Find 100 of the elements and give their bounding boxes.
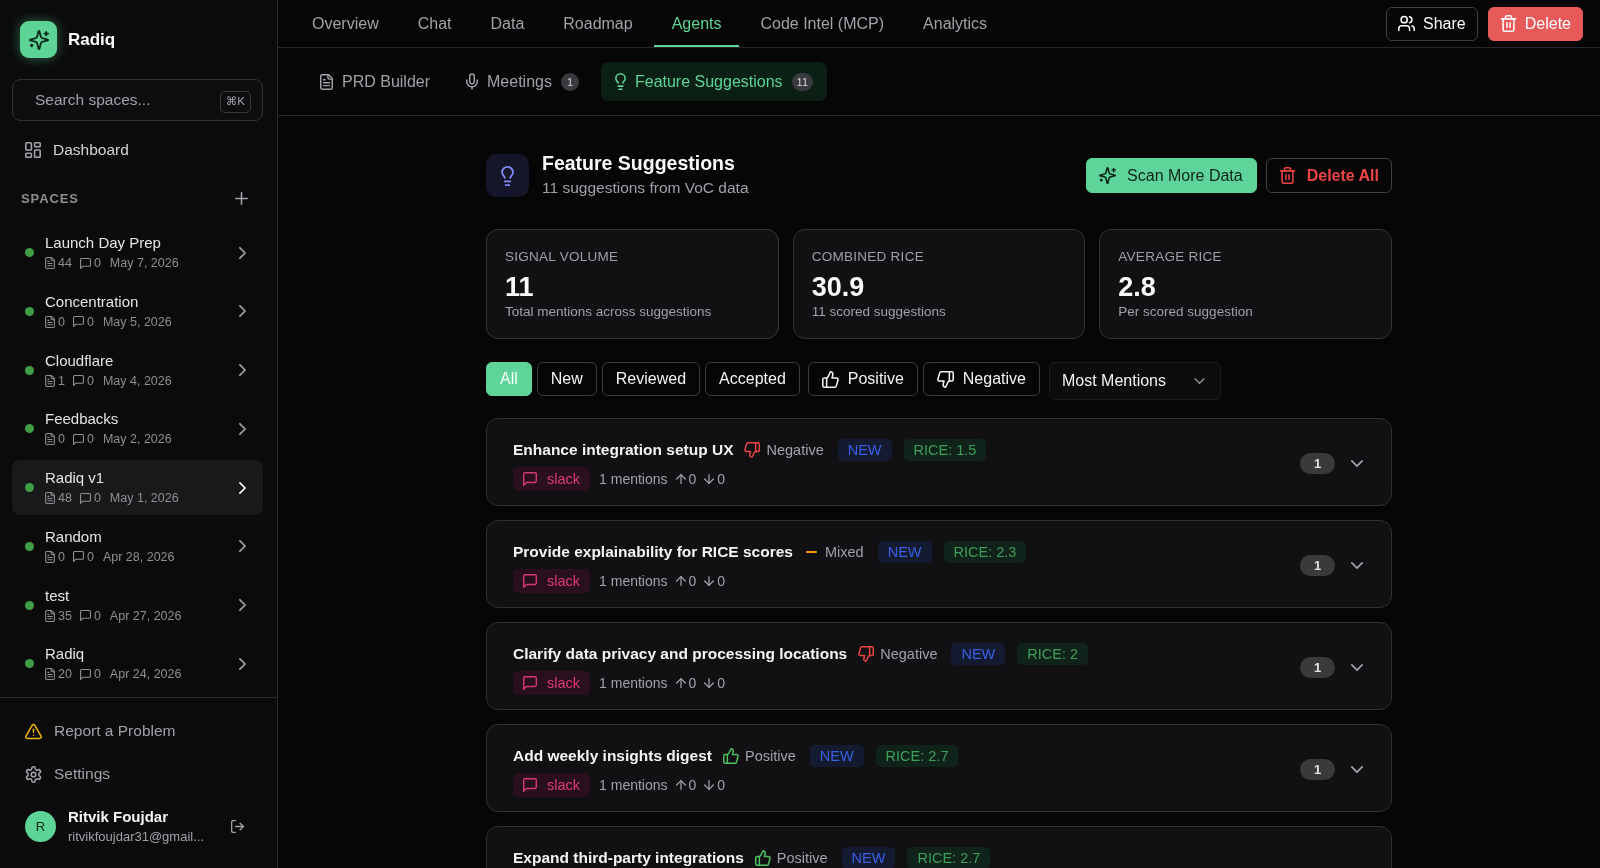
nav-tab[interactable]: Overview: [294, 0, 397, 47]
comment-count: 0: [86, 431, 94, 448]
mention-count: 1 mentions: [599, 776, 668, 794]
space-date: May 4, 2026: [102, 372, 172, 389]
file-count: 0: [58, 548, 65, 565]
mention-count: 1 mentions: [599, 572, 668, 590]
space-item[interactable]: Cloudflare 1 0 May 4, 2026: [12, 342, 263, 398]
chevron-right-icon: [239, 422, 246, 435]
document-icon: [45, 668, 55, 681]
filter-button[interactable]: Reviewed: [601, 362, 701, 396]
sort-dropdown[interactable]: Most Mentions: [1048, 362, 1221, 400]
stat-value: 30.9: [811, 272, 866, 302]
chevron-right-icon: [239, 305, 246, 318]
space-name: Random: [45, 527, 103, 546]
dashboard-link[interactable]: Dashboard: [12, 132, 265, 168]
mention-count: 1 mentions: [599, 470, 668, 488]
chevron-down-icon[interactable]: [1351, 459, 1363, 467]
space-name: Concentration: [45, 292, 140, 311]
nav-tab[interactable]: Code Intel (MCP): [742, 0, 903, 47]
delete-all-button[interactable]: Delete All: [1265, 158, 1392, 193]
thumbs-down-icon: [858, 646, 875, 662]
sentiment-label: Positive: [776, 849, 828, 867]
chevron-down-icon[interactable]: [1351, 561, 1363, 569]
report-problem-link[interactable]: Report a Problem: [0, 710, 277, 752]
thumbs-down-icon: [744, 442, 761, 458]
document-icon: [45, 550, 55, 563]
upvote-count: 0: [688, 674, 697, 692]
logout-icon[interactable]: [231, 819, 244, 833]
nav-tab[interactable]: Agents: [653, 0, 740, 47]
source-name: slack: [547, 572, 581, 590]
arrow-down-icon: [704, 678, 715, 688]
nav-tab[interactable]: Chat: [399, 0, 470, 47]
space-item[interactable]: Launch Day Prep 44 0 May 7, 2026: [12, 225, 263, 280]
arrow-down-icon: [704, 576, 715, 586]
sub-tab[interactable]: PRD Builder: [306, 62, 445, 101]
space-date: Apr 24, 2026: [109, 666, 182, 683]
document-icon: [45, 374, 55, 387]
lightbulb-icon: [614, 73, 626, 90]
chevron-right-icon: [239, 481, 246, 494]
message-icon: [523, 778, 537, 792]
file-count: 20: [58, 666, 72, 683]
scan-data-button[interactable]: Scan More Data: [1086, 158, 1257, 193]
nav-tab[interactable]: Analytics: [905, 0, 1006, 47]
chevron-down-icon: [1193, 378, 1205, 384]
filter-button[interactable]: Positive: [807, 362, 918, 396]
status-badge: NEW: [951, 643, 1006, 665]
comment-count: 0: [86, 313, 94, 330]
sentiment-label: Negative: [766, 441, 824, 459]
stat-value: 11: [505, 272, 535, 302]
space-date: Apr 28, 2026: [102, 548, 175, 565]
file-count: 44: [58, 255, 72, 271]
page-title: Feature Suggestions: [542, 151, 736, 174]
sub-tab[interactable]: Feature Suggestions 11: [600, 62, 828, 101]
stat-caption: Per scored suggestion: [1118, 304, 1254, 320]
stat-label: SIGNAL VOLUME: [505, 249, 620, 265]
users-icon: [1398, 15, 1416, 32]
file-count: 0: [58, 431, 65, 448]
user-avatar: R: [25, 810, 56, 842]
trash-icon: [1499, 15, 1517, 32]
space-item[interactable]: Feedbacks 0 0 May 2, 2026: [12, 401, 263, 457]
space-item[interactable]: Radiq 20 0 Apr 24, 2026: [12, 636, 263, 692]
space-date: May 1, 2026: [109, 490, 179, 506]
section-heading: SPACES: [21, 190, 79, 206]
filter-button[interactable]: Accepted: [705, 362, 800, 396]
settings-link[interactable]: Settings: [0, 753, 277, 795]
logo-icon: [20, 21, 57, 58]
downvote-count: 0: [717, 470, 726, 488]
space-name: Radiq: [45, 645, 86, 664]
rice-score-badge: RICE: 1.5: [903, 439, 987, 461]
plus-icon[interactable]: [235, 191, 248, 205]
chevron-down-icon[interactable]: [1351, 765, 1363, 773]
space-item[interactable]: Radiq v1 48 0 May 1, 2026: [12, 460, 263, 515]
arrow-down-icon: [704, 474, 715, 484]
thumbs-up-icon: [754, 850, 771, 866]
sentiment-label: Negative: [880, 645, 938, 663]
file-count: 35: [58, 607, 72, 624]
space-name: Radiq v1: [45, 469, 106, 487]
file-count: 48: [58, 490, 72, 506]
brand-name: Radiq: [68, 29, 116, 50]
source-name: slack: [547, 674, 581, 692]
stat-label: COMBINED RICE: [811, 249, 925, 265]
settings-icon: [25, 765, 42, 783]
stat-value: 2.8: [1118, 272, 1157, 302]
space-item[interactable]: Random 0 0 Apr 28, 2026: [12, 518, 263, 574]
comment-icon: [79, 257, 91, 269]
comment-count: 0: [93, 666, 101, 683]
space-item[interactable]: Concentration 0 0 May 5, 2026: [12, 283, 263, 339]
filter-button[interactable]: Negative: [922, 362, 1040, 396]
downvote-count: 0: [717, 776, 726, 794]
microphone-icon: [466, 73, 479, 90]
suggestion-title: Enhance integration setup UX: [513, 441, 734, 459]
share-button[interactable]: Share: [1386, 6, 1478, 41]
filter-button[interactable]: New: [536, 362, 597, 396]
chevron-down-icon[interactable]: [1351, 663, 1363, 671]
sub-tab[interactable]: Meetings 1: [452, 62, 593, 101]
nav-tab[interactable]: Data: [472, 0, 543, 47]
space-item[interactable]: test 35 0 Apr 27, 2026: [12, 577, 263, 633]
nav-tab[interactable]: Roadmap: [545, 0, 651, 47]
document-icon: [45, 257, 55, 269]
chevron-right-icon: [239, 599, 246, 611]
